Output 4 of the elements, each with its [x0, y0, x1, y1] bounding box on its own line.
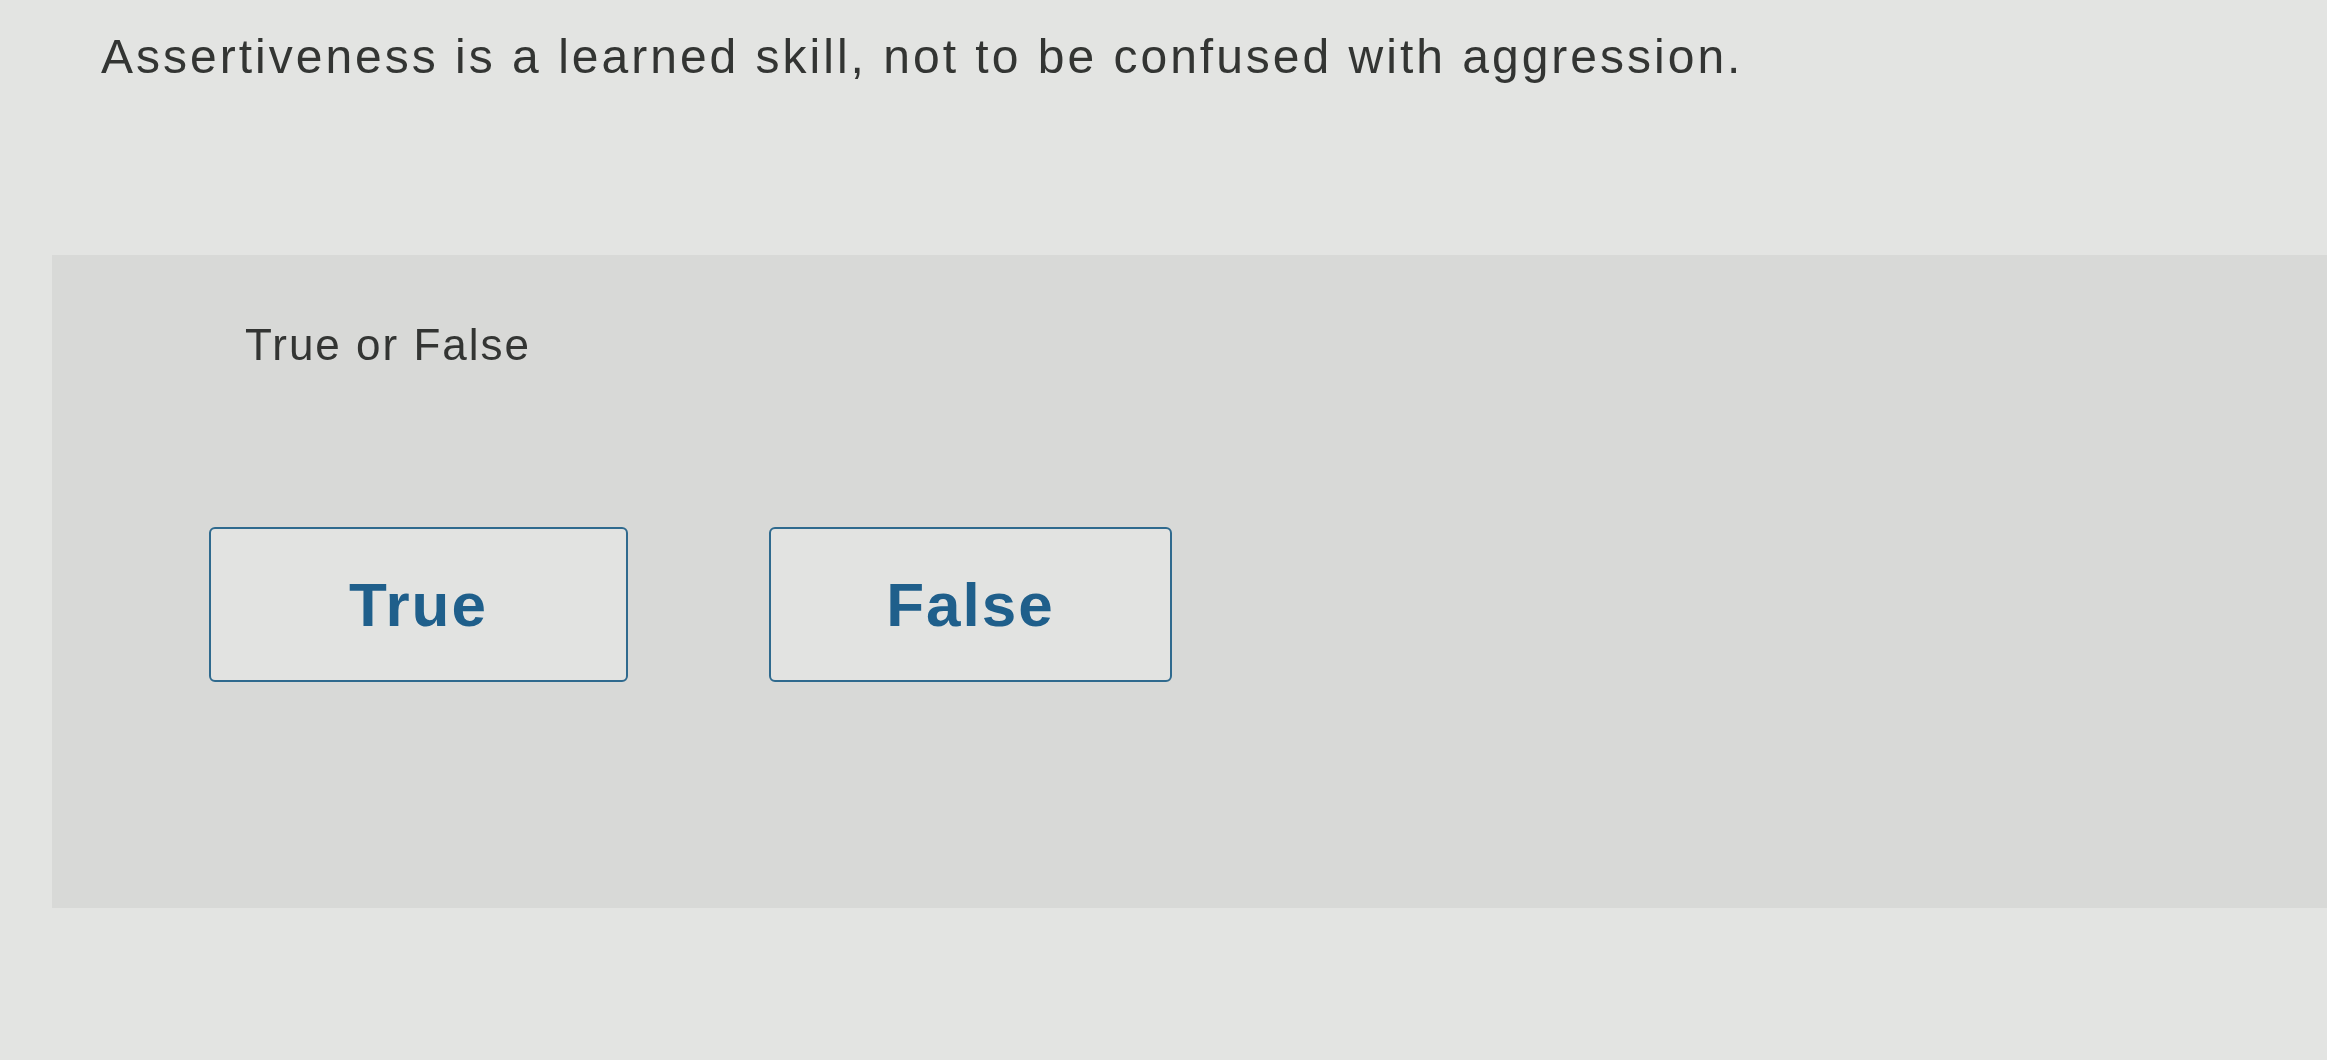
- prompt-text: True or False: [245, 319, 531, 371]
- answer-option-button[interactable]: True: [209, 527, 628, 682]
- answer-option-button[interactable]: False: [769, 527, 1172, 682]
- question-text: Assertiveness is a learned skill, not to be confused with aggression.: [101, 29, 1744, 85]
